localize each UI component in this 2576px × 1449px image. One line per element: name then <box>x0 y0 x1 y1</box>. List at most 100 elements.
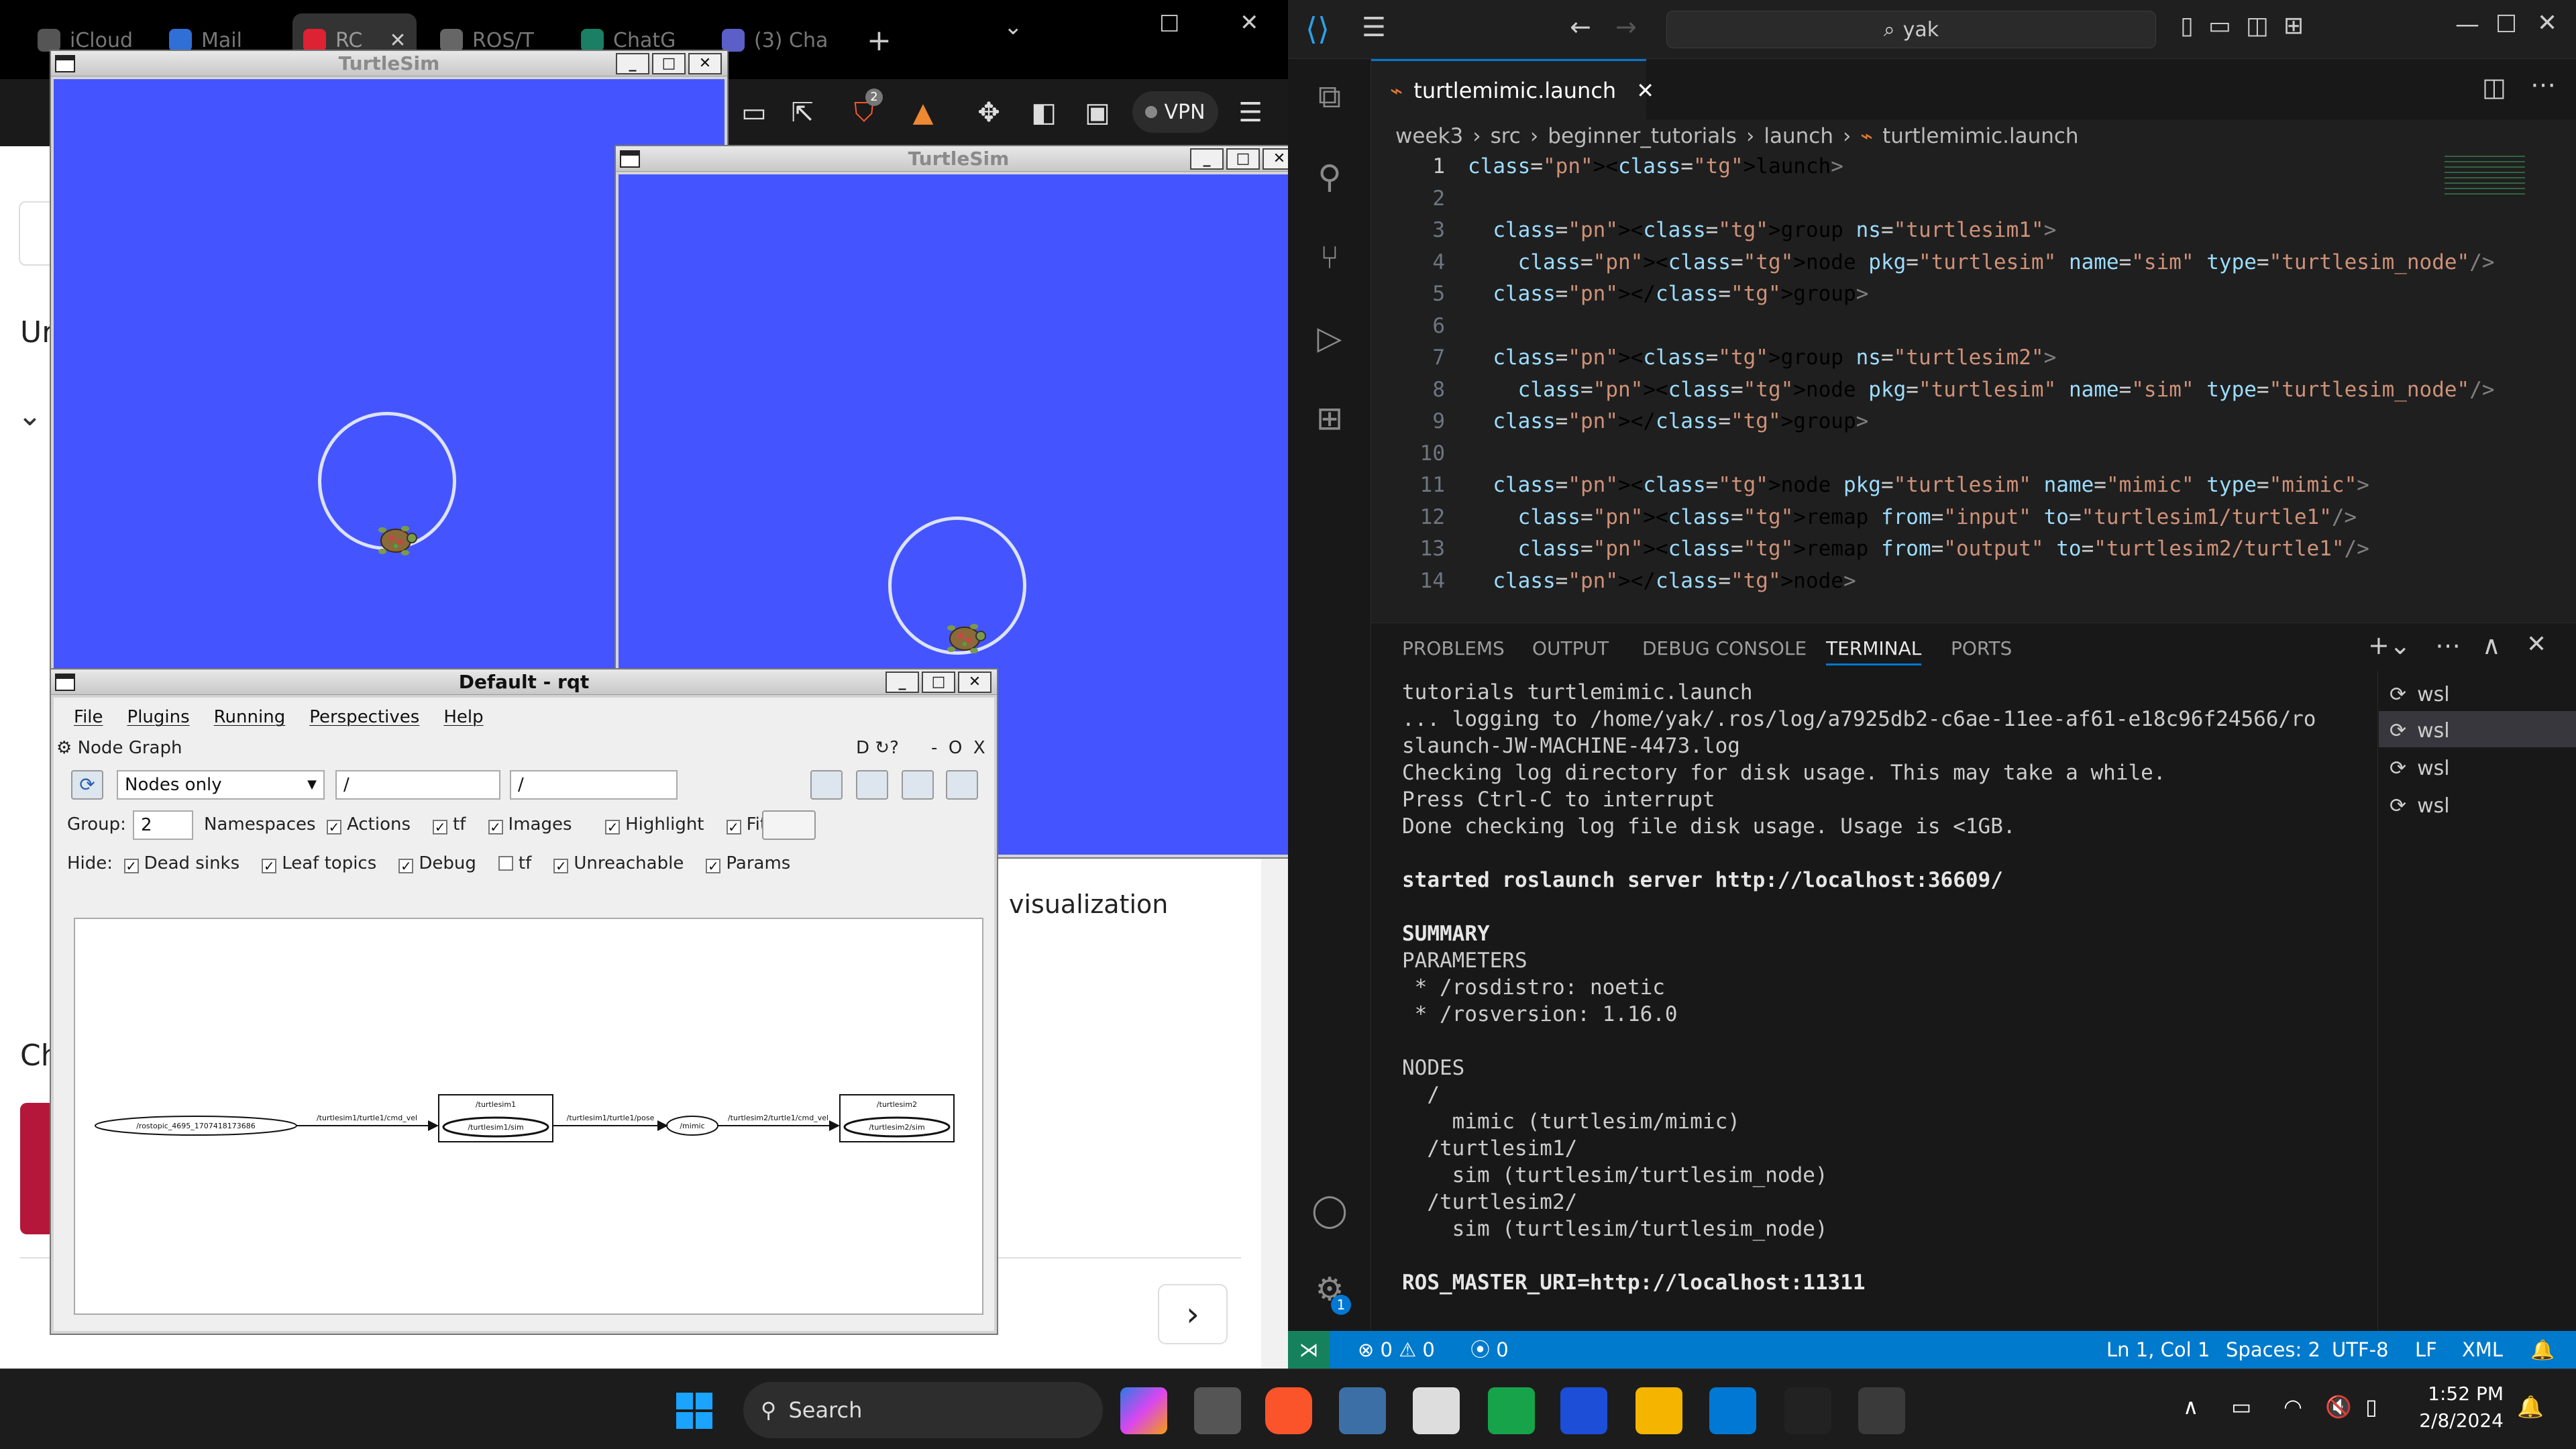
maximize-button[interactable]: □ <box>922 672 955 693</box>
plugin-options[interactable]: O <box>949 738 962 758</box>
start-button[interactable] <box>671 1387 718 1434</box>
snipping-tool-icon[interactable] <box>1413 1387 1460 1434</box>
forward-arrow-icon[interactable]: → <box>1615 12 1637 42</box>
terminal-output[interactable]: tutorials turtlemimic.launch ... logging … <box>1402 679 2361 1296</box>
leaf-topics-checkbox[interactable]: ✓ <box>262 859 277 873</box>
code-line[interactable]: 7 class="pn"><class="tg">group ns="turtl… <box>1371 345 2576 378</box>
indentation[interactable]: Spaces: 2 <box>2226 1331 2320 1368</box>
menu-icon[interactable]: ☰ <box>1362 12 1386 43</box>
tab-output[interactable]: OUTPUT <box>1532 637 1609 659</box>
cast-icon[interactable]: ▭ <box>735 94 773 131</box>
expand-chevron-icon[interactable]: ⌄ <box>17 398 42 433</box>
title-bar[interactable]: Default - rqt _ □ ✕ <box>51 669 997 695</box>
maximize-button[interactable]: □ <box>1226 148 1260 170</box>
breadcrumb-item[interactable]: src <box>1491 124 1521 148</box>
menu-help[interactable]: Help <box>443 707 483 727</box>
hide-tf-checkbox[interactable] <box>498 856 513 871</box>
line-ending[interactable]: LF <box>2415 1331 2437 1368</box>
brave-browser-icon[interactable] <box>1265 1387 1312 1434</box>
back-arrow-icon[interactable]: ← <box>1570 12 1591 42</box>
code-editor[interactable]: 1 class="pn"><class="tg">launch> 2 3 class=… <box>1371 154 2576 600</box>
split-editor-icon[interactable]: ◫ <box>2482 72 2506 102</box>
code-line[interactable]: 3 class="pn"><class="tg">group ns="turtl… <box>1371 218 2576 250</box>
run-debug-icon[interactable]: ▷ <box>1308 317 1351 360</box>
notifications-icon[interactable]: 🔔 <box>2530 1331 2555 1368</box>
tab-terminal[interactable]: TERMINAL <box>1826 637 1922 665</box>
plugin-minimize[interactable]: - <box>931 738 937 758</box>
photos-icon[interactable] <box>1339 1387 1386 1434</box>
plugin-close[interactable]: X <box>973 738 985 758</box>
code-line[interactable]: 12 class="pn"><class="tg">remap from="in… <box>1371 505 2576 537</box>
code-line[interactable]: 13 class="pn"><class="tg">remap from="ou… <box>1371 537 2576 569</box>
sidebar-icon[interactable]: ◧ <box>1025 94 1063 131</box>
topic-filter-input[interactable]: / <box>510 770 678 800</box>
debug-checkbox[interactable]: ✓ <box>398 859 414 873</box>
code-line[interactable]: 14 class="pn"></class="tg">node> <box>1371 569 2576 601</box>
code-line[interactable]: 4 class="pn"><class="tg">node pkg="turtl… <box>1371 250 2576 282</box>
save-image-button[interactable] <box>946 770 978 800</box>
dead-sinks-checkbox[interactable]: ✓ <box>123 859 139 873</box>
group-spinbox[interactable]: 2 <box>133 810 193 840</box>
code-line[interactable]: 8 class="pn"><class="tg">node pkg="turtl… <box>1371 378 2576 410</box>
graph-mode-select[interactable]: Nodes only ▼ <box>117 770 325 800</box>
dock-button[interactable]: D <box>856 738 869 758</box>
problems-status[interactable]: ⊗ 0 ⚠ 0 <box>1358 1331 1435 1368</box>
task-view-icon[interactable] <box>1194 1387 1241 1434</box>
breadcrumb-item[interactable]: turtlemimic.launch <box>1882 124 2079 148</box>
search-icon[interactable]: ⚲ <box>1308 156 1351 199</box>
remote-indicator-icon[interactable]: ⋊ <box>1288 1331 1330 1368</box>
display-icon[interactable]: ▭ <box>2231 1394 2251 1419</box>
ports-status[interactable]: ⦿ 0 <box>1470 1331 1509 1368</box>
language-mode[interactable]: XML <box>2462 1331 2503 1368</box>
minimize-button[interactable]: _ <box>885 672 919 693</box>
page-red-button[interactable] <box>20 1103 52 1234</box>
code-line[interactable]: 2 <box>1371 186 2576 219</box>
excel-icon[interactable] <box>1488 1387 1535 1434</box>
vscode-taskbar-icon[interactable] <box>1709 1387 1756 1434</box>
taskbar-search[interactable]: ⚲ Search <box>743 1382 1103 1438</box>
menu-running[interactable]: Running <box>214 707 286 727</box>
close-icon[interactable]: ✕ <box>1240 9 1259 36</box>
file-explorer-icon[interactable] <box>1635 1387 1682 1434</box>
remote-desktop-icon[interactable] <box>1560 1387 1607 1434</box>
title-bar[interactable]: TurtleSim _ □ ✕ <box>616 146 1301 172</box>
node-graph-canvas[interactable]: /rostopic_4695_1707418173686 /turtlesim1… <box>74 918 983 1315</box>
maximize-icon[interactable]: ☐ <box>1159 11 1179 38</box>
images-checkbox[interactable]: ✓ <box>488 820 503 835</box>
copilot-icon[interactable] <box>1120 1387 1167 1434</box>
extensions-icon[interactable]: ✥ <box>970 94 1008 131</box>
minimize-button[interactable]: _ <box>616 53 649 74</box>
cursor-position[interactable]: Ln 1, Col 1 <box>2106 1331 2210 1368</box>
actions-checkbox[interactable]: ✓ <box>327 820 342 835</box>
new-tab-button[interactable]: + <box>856 13 902 67</box>
notification-bell-icon[interactable]: 🔔 <box>2517 1394 2544 1419</box>
volume-muted-icon[interactable]: 🔇 <box>2325 1394 2352 1419</box>
fit-checkbox[interactable]: ✓ <box>726 820 741 835</box>
tf-checkbox[interactable]: ✓ <box>433 820 448 835</box>
layout-controls[interactable]: ▯▭◫⊞ <box>2180 12 2318 40</box>
menu-perspectives[interactable]: Perspectives <box>309 707 419 727</box>
new-terminal-icon[interactable]: +⌄ <box>2368 631 2411 660</box>
terminal-item[interactable]: ⟳ wsl <box>2390 757 2450 780</box>
wifi-icon[interactable]: ◠ <box>2284 1394 2302 1419</box>
breadcrumb-item[interactable]: week3 <box>1395 124 1463 148</box>
tab-ports[interactable]: PORTS <box>1951 637 2012 659</box>
wallet-icon[interactable]: ▣ <box>1079 94 1116 131</box>
close-button[interactable]: ✕ <box>958 672 991 693</box>
code-line[interactable]: 1 class="pn"><class="tg">launch> <box>1371 154 2576 186</box>
close-panel-icon[interactable]: ✕ <box>2526 631 2546 658</box>
maximize-icon[interactable]: ☐ <box>2496 11 2517 38</box>
close-tab-icon[interactable]: ✕ <box>1636 78 1654 103</box>
help-icon[interactable]: ? <box>890 738 899 758</box>
vpn-button[interactable]: VPN <box>1132 91 1218 133</box>
breadcrumb-item[interactable]: launch <box>1764 124 1833 148</box>
minimize-button[interactable]: _ <box>1190 148 1224 170</box>
minimize-icon[interactable]: — <box>2455 11 2479 38</box>
menu-file[interactable]: File <box>74 707 103 727</box>
close-button[interactable]: ✕ <box>688 53 722 74</box>
extensions-icon[interactable]: ⊞ <box>1308 397 1351 440</box>
params-checkbox[interactable]: ✓ <box>706 859 721 873</box>
title-bar[interactable]: TurtleSim _ □ ✕ <box>51 51 727 76</box>
terminal-item[interactable]: ⟳ wsl <box>2390 794 2450 818</box>
maximize-button[interactable]: □ <box>652 53 686 74</box>
